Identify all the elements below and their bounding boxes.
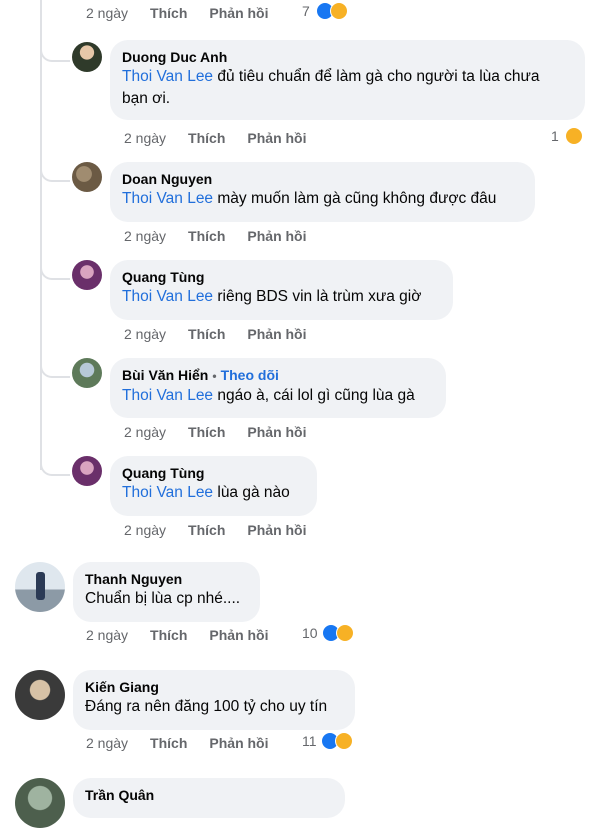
haha-reaction-icon	[335, 624, 354, 642]
reply-connector	[40, 266, 70, 280]
comment-author[interactable]: Quang Tùng	[122, 464, 305, 482]
haha-reaction-icon	[334, 732, 353, 750]
reaction-summary[interactable]: 1	[551, 127, 583, 145]
comment-time[interactable]: 2 ngày	[124, 130, 166, 146]
comment-actions: 2 ngày Thích Phản hồi	[124, 326, 307, 342]
comment-time[interactable]: 2 ngày	[86, 735, 128, 751]
reply-bubble: Duong Duc Anh Thoi Van Lee đủ tiêu chuẩn…	[110, 40, 585, 120]
like-button[interactable]: Thích	[188, 130, 225, 146]
reaction-summary[interactable]: 11	[302, 732, 353, 750]
comment-author[interactable]: Duong Duc Anh	[122, 48, 573, 66]
reply-button[interactable]: Phản hồi	[209, 627, 268, 643]
comment-time[interactable]: 2 ngày	[124, 424, 166, 440]
reply-bubble: Quang Tùng Thoi Van Lee riêng BDS vin là…	[110, 260, 453, 320]
like-button[interactable]: Thích	[188, 424, 225, 440]
like-button[interactable]: Thích	[150, 627, 187, 643]
comment-time[interactable]: 2 ngày	[86, 5, 128, 21]
comment-actions: 2 ngày Thích Phản hồi	[86, 735, 269, 751]
reply-button[interactable]: Phản hồi	[247, 130, 306, 146]
comment-text-part: ngáo à, cái lol gì cũng lùa gà	[213, 387, 415, 404]
reaction-count: 11	[302, 733, 317, 749]
like-button[interactable]: Thích	[150, 5, 187, 21]
comment-actions: 2 ngày Thích Phản hồi	[86, 5, 269, 21]
reply-button[interactable]: Phản hồi	[247, 228, 306, 244]
comment-time[interactable]: 2 ngày	[124, 522, 166, 538]
comment-time[interactable]: 2 ngày	[86, 627, 128, 643]
comment-bubble: Trần Quân	[73, 778, 345, 818]
reaction-count: 7	[302, 3, 310, 19]
avatar-figure	[36, 572, 45, 600]
reply-bubble: Quang Tùng Thoi Van Lee lùa gà nào	[110, 456, 317, 516]
reaction-summary[interactable]: 7	[302, 2, 348, 20]
like-button[interactable]: Thích	[150, 735, 187, 751]
avatar[interactable]	[72, 162, 102, 192]
mention-link[interactable]: Thoi Van Lee	[122, 190, 213, 207]
avatar[interactable]	[72, 456, 102, 486]
avatar[interactable]	[15, 562, 65, 612]
reaction-summary[interactable]: 10	[302, 624, 354, 642]
reply-thread-line	[40, 0, 42, 470]
reply-button[interactable]: Phản hồi	[209, 735, 268, 751]
reply-button[interactable]: Phản hồi	[247, 424, 306, 440]
comment-time[interactable]: 2 ngày	[124, 228, 166, 244]
comment-bubble: Kiến Giang Đáng ra nên đăng 100 tỷ cho u…	[73, 670, 355, 730]
reply-connector	[40, 48, 70, 62]
avatar[interactable]	[15, 778, 65, 828]
avatar[interactable]	[72, 260, 102, 290]
comment-text: Thoi Van Lee đủ tiêu chuẩn để làm gà cho…	[122, 66, 573, 88]
comment-author[interactable]: Bùi Văn Hiển	[122, 367, 208, 383]
haha-reaction-icon	[329, 2, 348, 20]
mention-link[interactable]: Thoi Van Lee	[122, 484, 213, 501]
comment-author[interactable]: Quang Tùng	[122, 268, 441, 286]
comment-actions: 2 ngày Thích Phản hồi	[86, 627, 269, 643]
like-button[interactable]: Thích	[188, 228, 225, 244]
mention-link[interactable]: Thoi Van Lee	[122, 288, 213, 305]
reply-bubble: Bùi Văn Hiển • Theo dõi Thoi Van Lee ngáo …	[110, 358, 446, 418]
reply-button[interactable]: Phản hồi	[247, 326, 306, 342]
comment-text-part: đủ tiêu chuẩn để làm gà cho người ta lùa…	[213, 68, 540, 85]
comment-text: Chuẩn bị lùa cp nhé....	[85, 590, 241, 607]
comment-time[interactable]: 2 ngày	[124, 326, 166, 342]
avatar[interactable]	[15, 670, 65, 720]
comment-text-line: bạn ơi.	[122, 90, 171, 107]
comment-author[interactable]: Doan Nguyen	[122, 170, 523, 188]
comment-author[interactable]: Thanh Nguyen	[85, 570, 248, 588]
haha-reaction-icon	[564, 127, 583, 145]
comment-actions: 2 ngày Thích Phản hồi	[124, 130, 307, 146]
comment-bubble: Thanh Nguyen Chuẩn bị lùa cp nhé....	[73, 562, 260, 622]
reply-button[interactable]: Phản hồi	[209, 5, 268, 21]
comment-text-part: lùa gà nào	[213, 484, 290, 501]
comment-text: Thoi Van Lee mày muốn làm gà cũng không …	[122, 188, 523, 210]
reaction-count: 1	[551, 128, 559, 144]
comment-text: Đáng ra nên đăng 100 tỷ cho uy tín	[85, 698, 328, 715]
reply-button[interactable]: Phản hồi	[247, 522, 306, 538]
separator-dot: •	[212, 369, 217, 383]
follow-button[interactable]: Theo dõi	[221, 367, 279, 383]
mention-link[interactable]: Thoi Van Lee	[122, 68, 213, 85]
reply-connector	[40, 168, 70, 182]
avatar[interactable]	[72, 358, 102, 388]
avatar[interactable]	[72, 42, 102, 72]
comment-text: Thoi Van Lee lùa gà nào	[122, 482, 305, 504]
reply-connector	[40, 462, 70, 476]
comment-text-part: mày muốn làm gà cũng không được đâu	[213, 190, 497, 207]
reply-connector	[40, 364, 70, 378]
comment-actions: 2 ngày Thích Phản hồi	[124, 522, 307, 538]
comment-text-part: riêng BDS vin là trùm xưa giờ	[213, 288, 422, 305]
comment-author[interactable]: Trần Quân	[85, 786, 333, 804]
comment-actions: 2 ngày Thích Phản hồi	[124, 424, 307, 440]
comment-author[interactable]: Kiến Giang	[85, 678, 343, 696]
like-button[interactable]: Thích	[188, 326, 225, 342]
like-button[interactable]: Thích	[188, 522, 225, 538]
comment-text: Thoi Van Lee riêng BDS vin là trùm xưa g…	[122, 286, 441, 308]
comment-author-row: Bùi Văn Hiển • Theo dõi	[122, 366, 434, 385]
comment-actions: 2 ngày Thích Phản hồi	[124, 228, 307, 244]
reaction-count: 10	[302, 625, 318, 641]
comment-text: Thoi Van Lee ngáo à, cái lol gì cũng lùa…	[122, 385, 434, 407]
mention-link[interactable]: Thoi Van Lee	[122, 387, 213, 404]
reply-bubble: Doan Nguyen Thoi Van Lee mày muốn làm gà…	[110, 162, 535, 222]
